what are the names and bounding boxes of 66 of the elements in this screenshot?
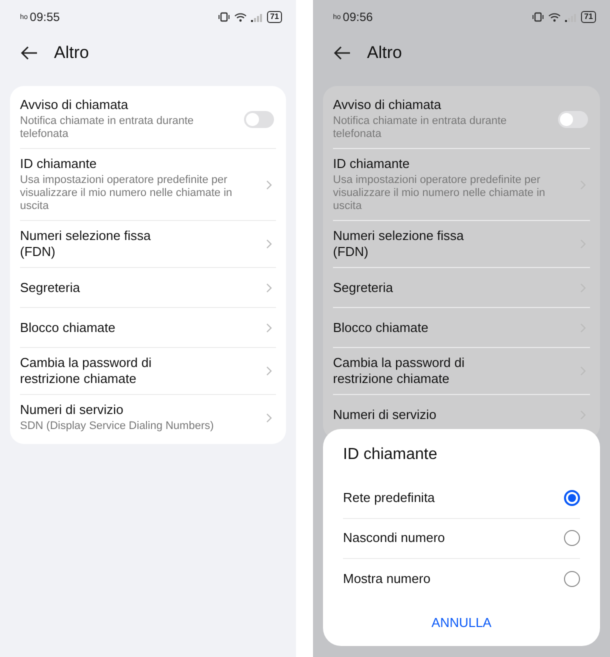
- radio-option[interactable]: Rete predefinita: [343, 478, 580, 518]
- back-icon: [20, 46, 38, 60]
- row-title: Numeri di servizio: [333, 407, 438, 423]
- row-title: Segreteria: [20, 280, 81, 296]
- row-subtitle: Usa impostazioni operatore predefinite per visualizzare il mio numero nelle chiamate in uscita: [333, 174, 546, 213]
- settings-row[interactable]: ID chiamante Usa impostazioni operatore predefinite per visualizzare il mio numero nelle chiamate in uscita: [333, 149, 590, 221]
- row-title: Avviso di chiamata: [333, 97, 442, 113]
- page-title: Altro: [54, 42, 89, 64]
- status-time: 09:55: [30, 9, 60, 26]
- radio-option[interactable]: Nascondi numero: [343, 518, 580, 558]
- dialog-title: ID chiamante: [343, 444, 438, 464]
- row-subtitle: Notifica chiamate in entrata durante telefonata: [20, 115, 195, 141]
- radio-button[interactable]: [564, 530, 580, 546]
- signal-icon: [565, 12, 578, 22]
- back-icon: [333, 46, 351, 60]
- settings-row[interactable]: Numeri di servizio SDN (Display Service Dialing Numbers): [20, 395, 276, 440]
- row-title: Numeri selezione fissa (FDN): [20, 228, 152, 260]
- settings-row[interactable]: Blocco chiamate: [20, 308, 276, 348]
- row-title: Numeri selezione fissa (FDN): [333, 228, 465, 260]
- radio-button[interactable]: [564, 570, 580, 586]
- signal-icon: [251, 12, 264, 22]
- row-title: Cambia la password di restrizione chiamate: [333, 355, 466, 387]
- row-title: Segreteria: [333, 280, 394, 296]
- chevron-icon: [266, 239, 272, 249]
- chevron-icon: [266, 180, 272, 190]
- wifi-icon: [234, 12, 248, 22]
- row-title: Numeri di servizio: [20, 402, 124, 418]
- settings-row[interactable]: Cambia la password di restrizione chiamate: [333, 348, 590, 395]
- settings-row[interactable]: Numeri selezione fissa (FDN): [333, 221, 590, 268]
- row-subtitle: Usa impostazioni operatore predefinite per visualizzare il mio numero nelle chiamate in uscita: [20, 174, 234, 213]
- battery-level: 71: [581, 11, 596, 23]
- option-label: Nascondi numero: [343, 529, 446, 548]
- settings-row[interactable]: Blocco chiamate: [333, 308, 590, 348]
- radio-option[interactable]: Mostra numero: [343, 558, 580, 598]
- chevron-icon: [266, 322, 272, 332]
- settings-row[interactable]: Segreteria: [20, 268, 276, 308]
- row-title: Avviso di chiamata: [20, 97, 130, 113]
- settings-row[interactable]: ID chiamante Usa impostazioni operatore predefinite per visualizzare il mio numero nelle chiamate in uscita: [20, 149, 276, 221]
- cancel-button[interactable]: ANNULLA: [424, 610, 500, 634]
- settings-row[interactable]: Segreteria: [333, 268, 590, 308]
- wifi-icon: [548, 12, 562, 22]
- chevron-icon: [266, 412, 272, 422]
- chevron-icon: [266, 282, 272, 292]
- row-title: Cambia la password di restrizione chiamate: [20, 355, 153, 387]
- settings-row[interactable]: Avviso di chiamata Notifica chiamate in entrata durante telefonata: [333, 90, 590, 149]
- option-label: Rete predefinita: [343, 489, 436, 508]
- row-title: Blocco chiamate: [20, 320, 116, 336]
- row-title: ID chiamante: [333, 156, 411, 172]
- chevron-icon: [266, 366, 272, 376]
- status-time: 09:56: [342, 9, 373, 26]
- vibrate-icon: [218, 12, 230, 22]
- row-subtitle: Notifica chiamate in entrata durante telefonata: [333, 115, 508, 141]
- vibrate-icon: [532, 12, 544, 22]
- toggle-switch[interactable]: [244, 110, 274, 128]
- settings-row[interactable]: Numeri selezione fissa (FDN): [20, 221, 276, 268]
- row-title: ID chiamante: [20, 156, 98, 172]
- settings-row[interactable]: Avviso di chiamata Notifica chiamate in entrata durante telefonata: [20, 90, 276, 149]
- toggle-switch[interactable]: [558, 110, 588, 128]
- page-title: Altro: [367, 42, 402, 64]
- settings-row[interactable]: Cambia la password di restrizione chiamate: [20, 348, 276, 395]
- option-label: Mostra numero: [343, 570, 432, 588]
- row-subtitle: SDN (Display Service Dialing Numbers): [20, 420, 215, 433]
- row-title: Blocco chiamate: [333, 320, 430, 336]
- radio-button[interactable]: [564, 490, 580, 506]
- settings-row[interactable]: Numeri di servizio: [333, 395, 590, 435]
- battery-level: 71: [267, 11, 282, 23]
